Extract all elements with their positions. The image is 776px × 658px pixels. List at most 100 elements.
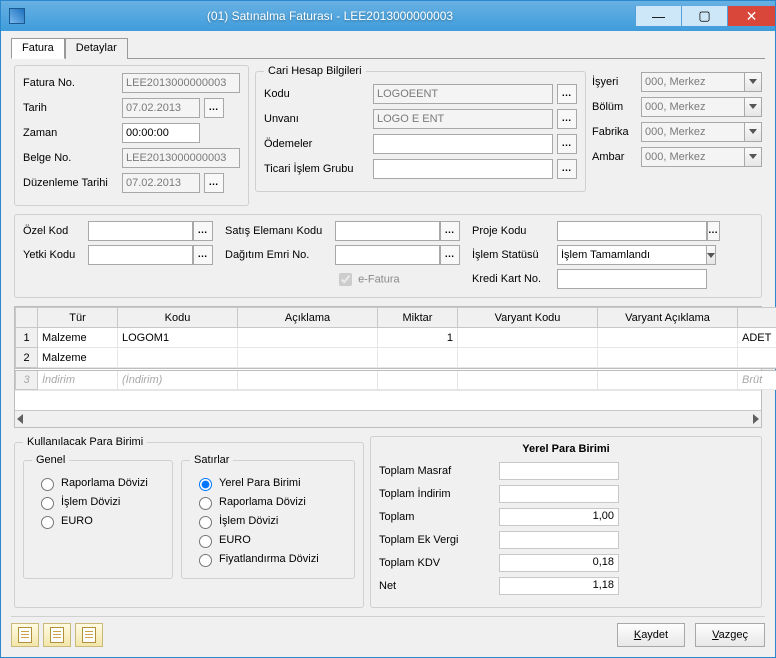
grid-cell[interactable] [458, 370, 598, 390]
radio-genel-islem[interactable]: İşlem Dövizi [36, 494, 164, 510]
input-odemeler[interactable] [373, 134, 553, 154]
scroll-right-icon[interactable] [753, 414, 759, 424]
combo-islem-statusu-arrow[interactable] [707, 245, 716, 265]
duzenleme-tarihi-picker-button[interactable]: … [204, 173, 224, 193]
col-aciklama[interactable]: Açıklama [238, 308, 378, 328]
grid-empty-row[interactable] [15, 390, 761, 410]
grid-cell[interactable]: İndirim [38, 370, 118, 390]
grid-cell[interactable]: (İndirim) [118, 370, 238, 390]
grid-cell[interactable]: Malzeme [38, 328, 118, 348]
input-belge-no[interactable] [122, 148, 240, 168]
grid-cell[interactable] [378, 348, 458, 368]
cari-unvani-lookup-button[interactable]: … [557, 109, 577, 129]
radio-sat-raporlama[interactable]: Raporlama Dövizi [194, 494, 346, 510]
input-duzenleme-tarihi[interactable] [122, 173, 200, 193]
legend-genel: Genel [32, 454, 69, 466]
tool-button-3[interactable] [75, 623, 103, 647]
minimize-button[interactable]: — [635, 6, 681, 26]
ticari-islem-grubu-lookup-button[interactable]: … [557, 159, 577, 179]
grid-cell[interactable] [598, 328, 738, 348]
satis-elemani-kodu-lookup-button[interactable]: … [440, 221, 460, 241]
grid-cell[interactable]: Malzeme [38, 348, 118, 368]
yetki-kodu-lookup-button[interactable]: … [193, 245, 213, 265]
app-icon [9, 8, 25, 24]
input-fatura-no[interactable] [122, 73, 240, 93]
table-row[interactable]: 3İndirim(İndirim) Brüt [16, 370, 776, 390]
grid-cell[interactable]: ADET [738, 328, 776, 348]
row-number-cell[interactable]: 2 [16, 348, 38, 368]
chevron-down-icon [707, 253, 715, 258]
combo-islem-statusu[interactable] [557, 245, 707, 265]
radio-genel-euro[interactable]: EURO [36, 513, 164, 529]
tool-button-1[interactable] [11, 623, 39, 647]
input-proje-kodu[interactable] [557, 221, 707, 241]
radio-sat-fiyat[interactable]: Fiyatlandırma Dövizi [194, 551, 346, 567]
radio-sat-yerel[interactable]: Yerel Para Birimi [194, 475, 346, 491]
vazgec-button[interactable]: Vazgeç [695, 623, 765, 647]
titlebar[interactable]: (01) Satınalma Faturası - LEE20130000000… [1, 1, 775, 31]
maximize-button[interactable]: ▢ [681, 6, 727, 26]
col-varyant-aciklama[interactable]: Varyant Açıklama [598, 308, 738, 328]
grid-cell[interactable] [458, 328, 598, 348]
proje-kodu-lookup-button[interactable]: … [707, 221, 720, 241]
grid-cell[interactable] [238, 328, 378, 348]
input-cari-kodu[interactable] [373, 84, 553, 104]
input-zaman[interactable] [122, 123, 200, 143]
input-satis-elemani-kodu[interactable] [335, 221, 440, 241]
input-ozel-kod[interactable] [88, 221, 193, 241]
table-row[interactable]: 2Malzeme [16, 348, 776, 368]
grid-cell[interactable] [378, 370, 458, 390]
combo-bolum-arrow[interactable] [745, 97, 762, 117]
tab-fatura[interactable]: Fatura [11, 38, 65, 59]
input-dagitim-emri-no[interactable] [335, 245, 440, 265]
label-tarih: Tarih [23, 102, 118, 114]
radio-sat-islem[interactable]: İşlem Dövizi [194, 513, 346, 529]
window-frame: (01) Satınalma Faturası - LEE20130000000… [0, 0, 776, 658]
odemeler-lookup-button[interactable]: … [557, 134, 577, 154]
col-tur[interactable]: Tür [38, 308, 118, 328]
combo-ambar-arrow[interactable] [745, 147, 762, 167]
grid-cell[interactable] [598, 348, 738, 368]
combo-isyeri[interactable] [641, 72, 745, 92]
col-varyant-kodu[interactable]: Varyant Kodu [458, 308, 598, 328]
row-number-cell[interactable]: 3 [16, 370, 38, 390]
grid-cell[interactable] [238, 370, 378, 390]
input-yetki-kodu[interactable] [88, 245, 193, 265]
grid-cell[interactable] [238, 348, 378, 368]
grid-cell[interactable] [598, 370, 738, 390]
grid-cell[interactable]: 1 [378, 328, 458, 348]
col-birim[interactable] [738, 308, 776, 328]
kaydet-button[interactable]: Kaydet [617, 623, 685, 647]
input-ticari-islem-grubu[interactable] [373, 159, 553, 179]
table-row[interactable]: 1MalzemeLOGOM11ADET [16, 328, 776, 348]
grid-horizontal-scrollbar[interactable] [15, 410, 761, 427]
combo-fabrika[interactable] [641, 122, 745, 142]
grid-cell[interactable] [738, 348, 776, 368]
input-tarih[interactable] [122, 98, 200, 118]
lines-grid[interactable]: Tür Kodu Açıklama Miktar Varyant Kodu Va… [14, 306, 762, 428]
combo-isyeri-arrow[interactable] [745, 72, 762, 92]
input-cari-unvani[interactable] [373, 109, 553, 129]
input-kredi-kart-no[interactable] [557, 269, 707, 289]
grid-cell[interactable] [458, 348, 598, 368]
radio-sat-euro[interactable]: EURO [194, 532, 346, 548]
col-rownum[interactable] [16, 308, 38, 328]
row-number-cell[interactable]: 1 [16, 328, 38, 348]
dagitim-emri-no-lookup-button[interactable]: … [440, 245, 460, 265]
col-miktar[interactable]: Miktar [378, 308, 458, 328]
grid-cell[interactable] [118, 348, 238, 368]
combo-bolum[interactable] [641, 97, 745, 117]
col-kodu[interactable]: Kodu [118, 308, 238, 328]
scroll-left-icon[interactable] [17, 414, 23, 424]
tarih-picker-button[interactable]: … [204, 98, 224, 118]
grid-cell[interactable]: Brüt [738, 370, 776, 390]
radio-genel-raporlama[interactable]: Raporlama Dövizi [36, 475, 164, 491]
grid-cell[interactable]: LOGOM1 [118, 328, 238, 348]
close-button[interactable]: ✕ [727, 6, 775, 26]
tool-button-2[interactable] [43, 623, 71, 647]
ozel-kod-lookup-button[interactable]: … [193, 221, 213, 241]
cari-kodu-lookup-button[interactable]: … [557, 84, 577, 104]
tab-detaylar[interactable]: Detaylar [65, 38, 128, 59]
combo-fabrika-arrow[interactable] [745, 122, 762, 142]
combo-ambar[interactable] [641, 147, 745, 167]
